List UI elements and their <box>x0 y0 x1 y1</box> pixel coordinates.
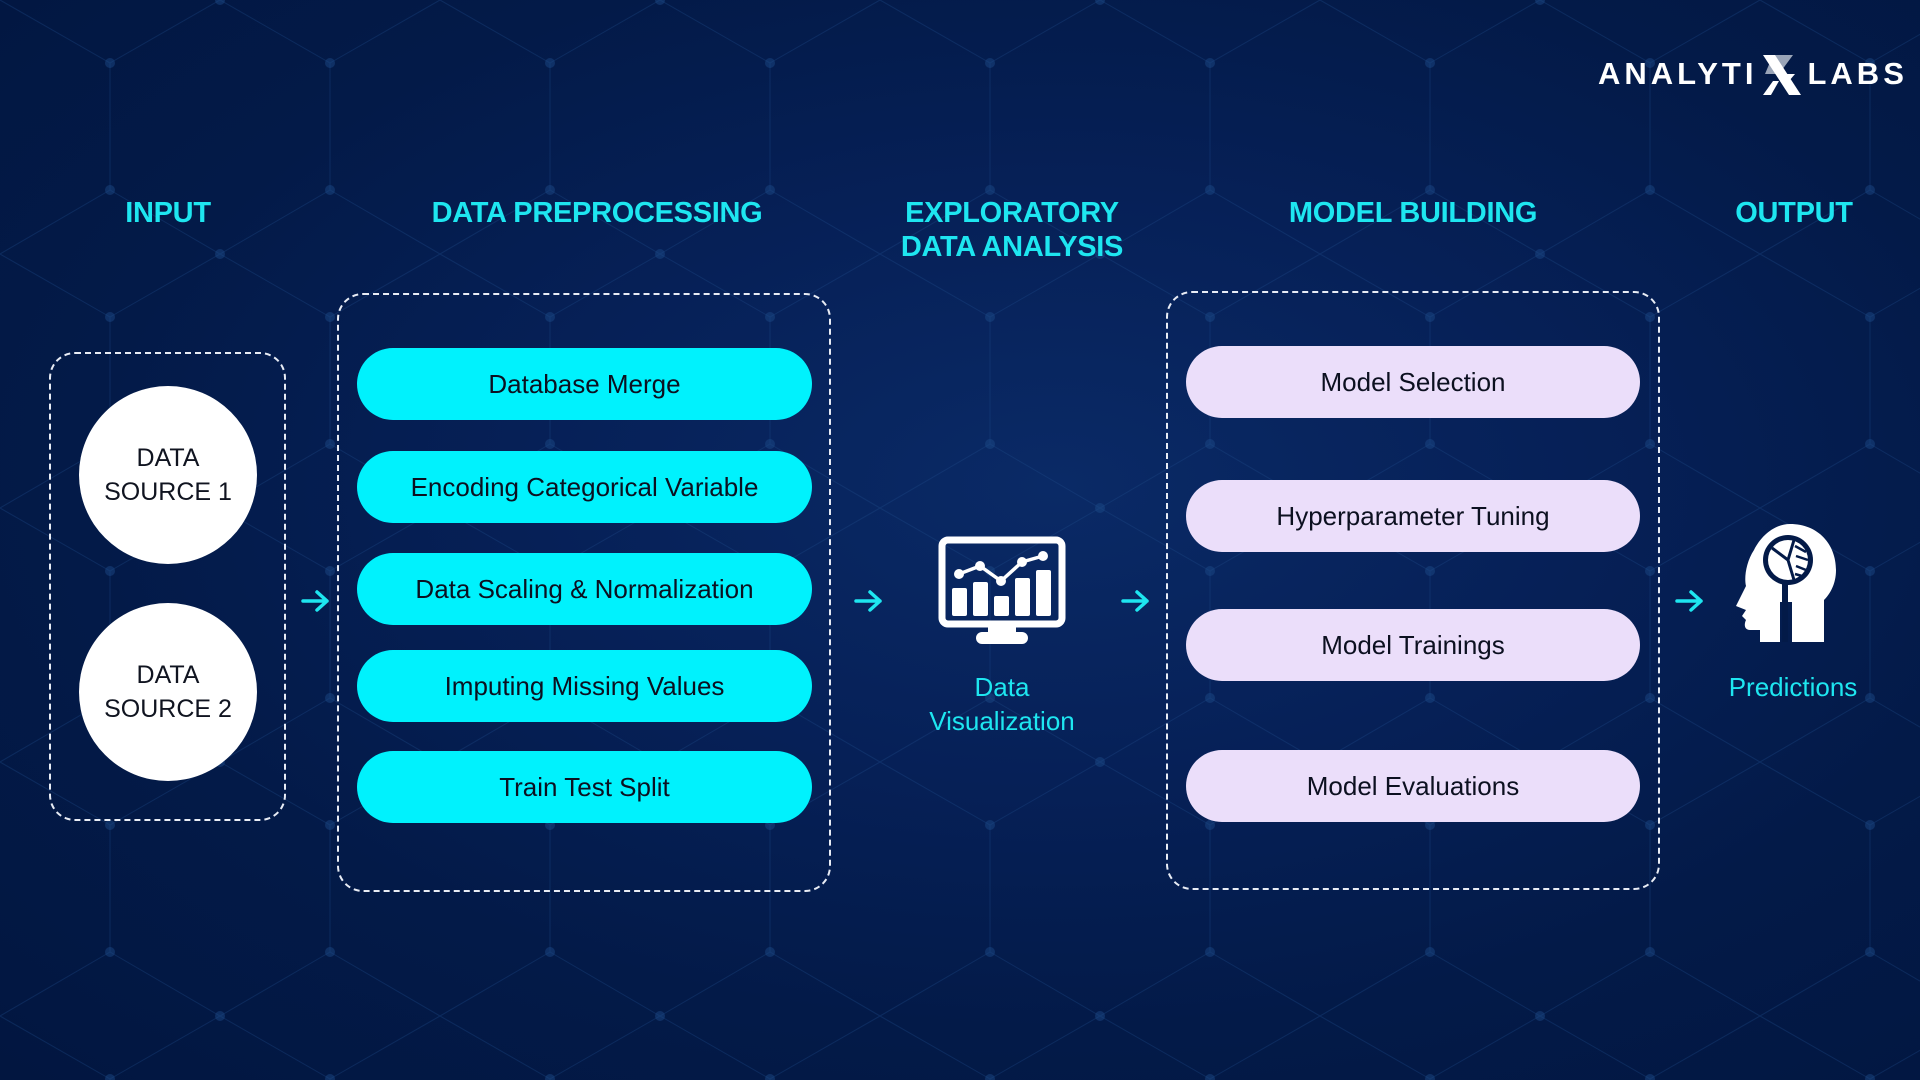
data-source-2-line2: SOURCE 2 <box>104 695 232 723</box>
step-data-scaling-normalization[interactable]: Data Scaling & Normalization <box>357 553 812 625</box>
data-source-2[interactable]: DATA SOURCE 2 <box>79 603 257 781</box>
caption-eda-line1: Data <box>974 672 1030 702</box>
step-imputing-missing-values[interactable]: Imputing Missing Values <box>357 650 812 722</box>
brand-text-left: ANALYTI <box>1598 56 1758 91</box>
brand-logo: ANALYTI LABS <box>1598 52 1908 96</box>
step-model-selection[interactable]: Model Selection <box>1186 346 1640 418</box>
step-encoding-categorical-variable[interactable]: Encoding Categorical Variable <box>357 451 812 523</box>
arrow-right-icon <box>301 590 329 612</box>
caption-eda-line2: Visualization <box>929 706 1075 736</box>
step-model-evaluations[interactable]: Model Evaluations <box>1186 750 1640 822</box>
arrow-right-icon <box>1121 590 1149 612</box>
arrow-right-icon <box>854 590 882 612</box>
heading-exploratory-data-analysis: EXPLORATORY DATA ANALYSIS <box>862 196 1162 264</box>
data-source-2-line1: DATA <box>136 661 200 689</box>
heading-model-building: MODEL BUILDING <box>1288 197 1538 229</box>
data-source-1[interactable]: DATA SOURCE 1 <box>79 386 257 564</box>
data-source-1-line2: SOURCE 1 <box>104 478 232 506</box>
heading-eda-line1: EXPLORATORY <box>905 197 1119 229</box>
arrow-right-icon <box>1675 590 1703 612</box>
caption-data-visualization: Data Visualization <box>880 670 1124 738</box>
brand-x-mark-icon <box>1759 51 1805 97</box>
step-train-test-split[interactable]: Train Test Split <box>357 751 812 823</box>
step-database-merge[interactable]: Database Merge <box>357 348 812 420</box>
data-source-1-line1: DATA <box>136 444 200 472</box>
heading-eda-line2: DATA ANALYSIS <box>900 231 1124 263</box>
head-pie-chart-icon <box>1736 524 1836 642</box>
caption-predictions: Predictions <box>1728 672 1858 702</box>
heading-input: INPUT <box>125 197 211 229</box>
step-hyperparameter-tuning[interactable]: Hyperparameter Tuning <box>1186 480 1640 552</box>
step-model-trainings[interactable]: Model Trainings <box>1186 609 1640 681</box>
monitor-chart-icon <box>938 536 1066 644</box>
heading-output: OUTPUT <box>1735 197 1853 229</box>
brand-text-right: LABS <box>1807 56 1908 91</box>
heading-data-preprocessing: DATA PREPROCESSING <box>431 197 763 229</box>
